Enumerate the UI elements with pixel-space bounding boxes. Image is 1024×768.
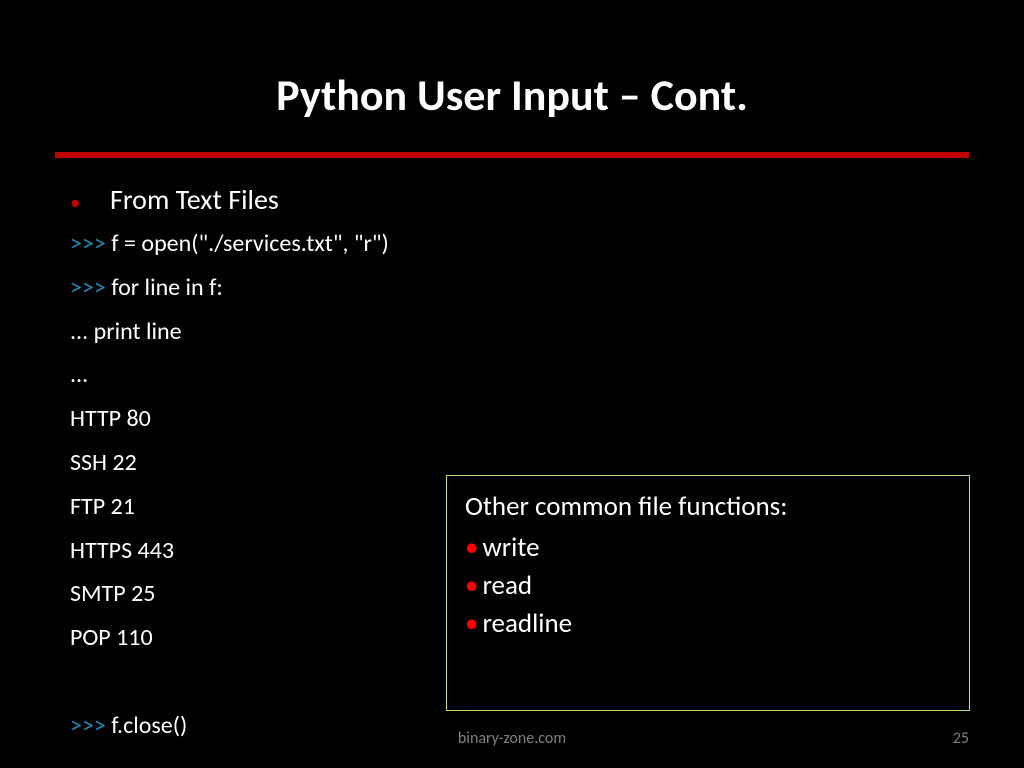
code-line-2: >>> for line in f:: [70, 271, 969, 306]
code-line-1: >>> f = open("./services.txt", "r"): [70, 227, 969, 262]
repl-dots: ...: [70, 360, 88, 389]
code-line-3: ... print line: [70, 315, 969, 350]
code-text: print line: [88, 317, 181, 346]
repl-prompt: >>>: [70, 229, 106, 258]
callout-item-text: readline: [482, 607, 572, 640]
heading-bullet-row: • From Text Files: [70, 182, 969, 217]
code-line-4: ...: [70, 358, 969, 393]
callout-item: •write: [465, 529, 951, 567]
bullet-dot-icon: •: [465, 607, 482, 640]
repl-prompt: >>>: [70, 273, 106, 302]
title-divider: [55, 152, 969, 158]
repl-dots: ...: [70, 317, 88, 346]
heading-text: From Text Files: [110, 182, 279, 217]
callout-item-text: write: [482, 531, 539, 564]
slide-title: Python User Input – Cont.: [0, 0, 1024, 152]
output-line: HTTP 80: [70, 402, 969, 437]
page-number: 25: [953, 729, 969, 748]
callout-item: •read: [465, 567, 951, 605]
callout-item-text: read: [482, 569, 532, 602]
bullet-dot-icon: •: [465, 569, 482, 602]
slide: Python User Input – Cont. • From Text Fi…: [0, 0, 1024, 768]
footer-source: binary-zone.com: [0, 729, 1024, 748]
code-text: for line in f:: [106, 273, 223, 302]
bullet-dot-icon: •: [70, 189, 110, 215]
callout-item: •readline: [465, 605, 951, 643]
code-text: f = open("./services.txt", "r"): [106, 229, 389, 258]
bullet-dot-icon: •: [465, 531, 482, 564]
callout-title: Other common file functions:: [465, 490, 951, 523]
footer: binary-zone.com 25: [0, 729, 1024, 748]
callout-box: Other common file functions: •write •rea…: [446, 475, 970, 711]
